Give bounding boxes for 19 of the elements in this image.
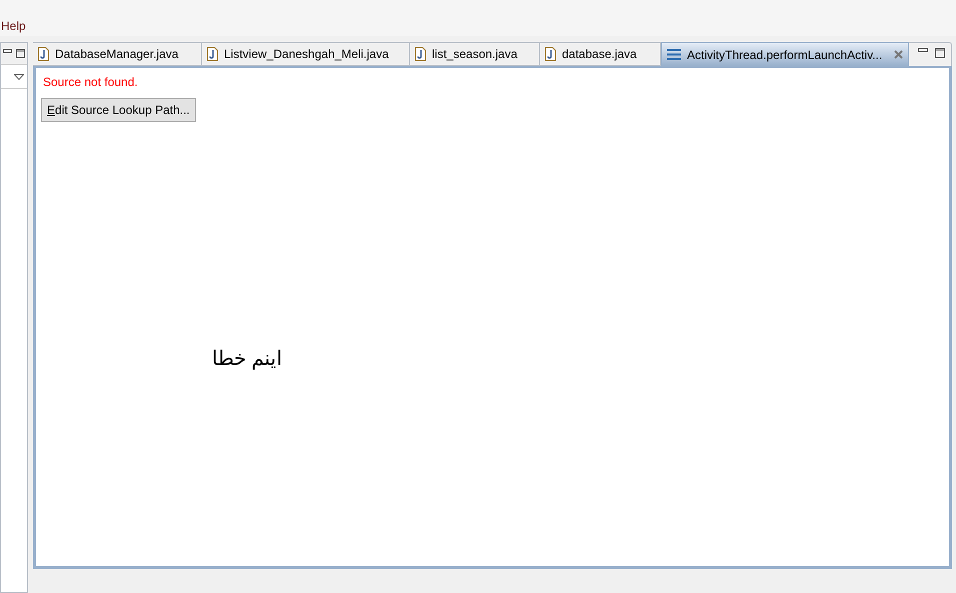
maximize-icon[interactable] — [935, 48, 945, 58]
java-file-icon — [545, 47, 556, 61]
editor-tab[interactable]: database.java — [540, 42, 661, 66]
editor-tab[interactable]: Listview_Daneshgah_Meli.java — [202, 42, 410, 66]
menu-item[interactable]: Help — [0, 17, 27, 35]
maximize-icon[interactable] — [16, 49, 25, 58]
edit-source-lookup-button[interactable]: Edit Source Lookup Path... — [41, 98, 196, 122]
close-icon[interactable] — [894, 50, 903, 59]
java-file-icon — [415, 47, 426, 61]
java-file-icon — [38, 47, 49, 61]
editor-tab[interactable]: list_season.java — [410, 42, 540, 66]
error-message: Source not found. — [43, 74, 138, 91]
editor-tab[interactable]: ActivityThread.performLaunchActiv... — [661, 42, 909, 66]
lines-icon — [667, 49, 681, 60]
java-file-icon — [207, 47, 218, 61]
dropdown-icon[interactable] — [14, 74, 24, 80]
editor-tab[interactable]: DatabaseManager.java — [33, 42, 202, 66]
minimize-icon[interactable] — [918, 48, 928, 53]
annotation-text: اینم خطا — [212, 347, 283, 372]
